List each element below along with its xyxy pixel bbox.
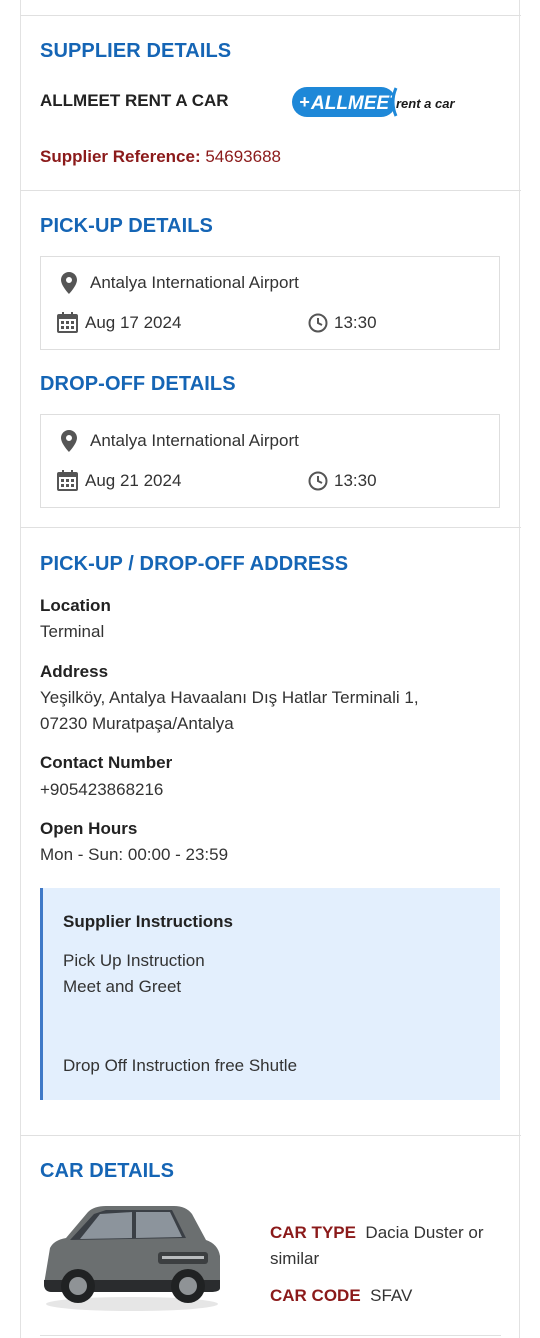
logo-subtext: rent a car xyxy=(396,96,455,111)
calendar-icon xyxy=(57,470,78,491)
instructions-title: Supplier Instructions xyxy=(63,912,234,931)
location-label: Location xyxy=(40,596,111,615)
location-value: Terminal xyxy=(40,622,105,641)
clock-icon xyxy=(308,471,328,491)
car-type-value-2: similar xyxy=(270,1249,320,1268)
supplier-logo: + ALLMEET rent a car xyxy=(292,86,457,118)
instructions-line-1: Pick Up Instruction xyxy=(63,951,205,970)
supplier-reference: Supplier Reference: 54693688 xyxy=(40,147,281,167)
divider xyxy=(20,15,521,16)
open-hours-value: Mon - Sun: 00:00 - 23:59 xyxy=(40,845,229,864)
contact-label: Contact Number xyxy=(40,753,173,772)
supplier-name: ALLMEET RENT A CAR xyxy=(40,91,229,110)
supplier-reference-label: Supplier Reference: xyxy=(40,147,201,166)
divider xyxy=(20,527,521,528)
supplier-reference-value: 54693688 xyxy=(205,147,281,166)
car-code: CAR CODE SFAV xyxy=(270,1286,412,1306)
dropoff-date: Aug 21 2024 xyxy=(85,471,182,490)
dropoff-location: Antalya International Airport xyxy=(90,431,299,450)
pickup-heading: PICK-UP DETAILS xyxy=(40,215,213,237)
location-pin-icon xyxy=(61,272,77,294)
location-pin-icon xyxy=(61,430,77,452)
supplier-instructions-box: Supplier Instructions Pick Up Instructio… xyxy=(40,888,500,1100)
logo-text: ALLMEET xyxy=(310,93,402,114)
address-label: Address xyxy=(40,662,109,681)
car-image xyxy=(40,1200,222,1316)
open-hours-label: Open Hours xyxy=(40,819,138,838)
dropoff-box: Antalya International Airport Aug 21 202… xyxy=(40,414,500,508)
pickup-date: Aug 17 2024 xyxy=(85,313,182,332)
instructions-line-3: Drop Off Instruction free Shutle xyxy=(63,1056,298,1075)
divider xyxy=(20,1135,521,1136)
car-code-value: SFAV xyxy=(370,1286,413,1305)
dropoff-time: 13:30 xyxy=(334,471,377,490)
clock-icon xyxy=(308,313,328,333)
instructions-line-2: Meet and Greet xyxy=(63,977,182,996)
car-type-value-1: Dacia Duster or xyxy=(365,1223,484,1242)
car-type: CAR TYPE Dacia Duster or similar xyxy=(270,1220,510,1272)
pickup-box: Antalya International Airport Aug 17 202… xyxy=(40,256,500,350)
car-heading: CAR DETAILS xyxy=(40,1160,175,1182)
car-type-label: CAR TYPE xyxy=(270,1223,356,1242)
dropoff-heading: DROP-OFF DETAILS xyxy=(40,373,236,395)
svg-text:+: + xyxy=(299,92,310,112)
divider xyxy=(20,190,521,191)
address-line-1: Yeşilköy, Antalya Havaalanı Dış Hatlar T… xyxy=(40,688,419,707)
address-line-2: 07230 Muratpaşa/Antalya xyxy=(40,714,234,733)
pickup-location: Antalya International Airport xyxy=(90,273,299,292)
car-code-label: CAR CODE xyxy=(270,1286,361,1305)
supplier-heading: SUPPLIER DETAILS xyxy=(40,40,232,62)
pickup-time: 13:30 xyxy=(334,313,377,332)
address-heading: PICK-UP / DROP-OFF ADDRESS xyxy=(40,553,349,575)
contact-number[interactable]: +905423868216 xyxy=(40,780,163,800)
calendar-icon xyxy=(57,312,78,333)
divider xyxy=(40,1335,501,1336)
